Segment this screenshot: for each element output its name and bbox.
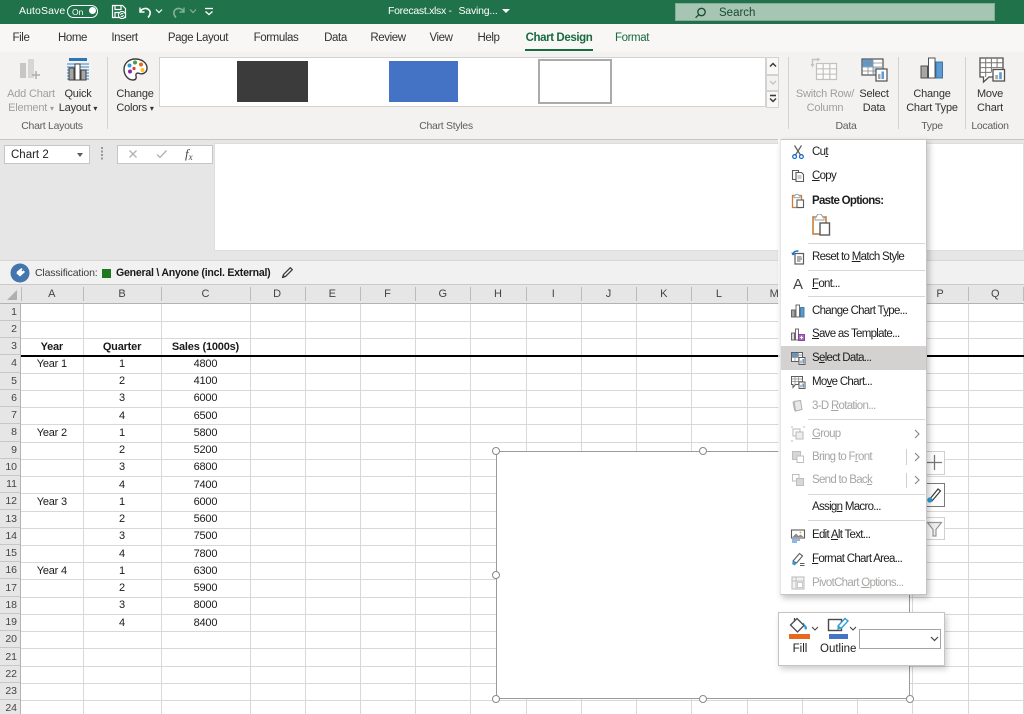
svg-text:A: A [793, 276, 803, 292]
